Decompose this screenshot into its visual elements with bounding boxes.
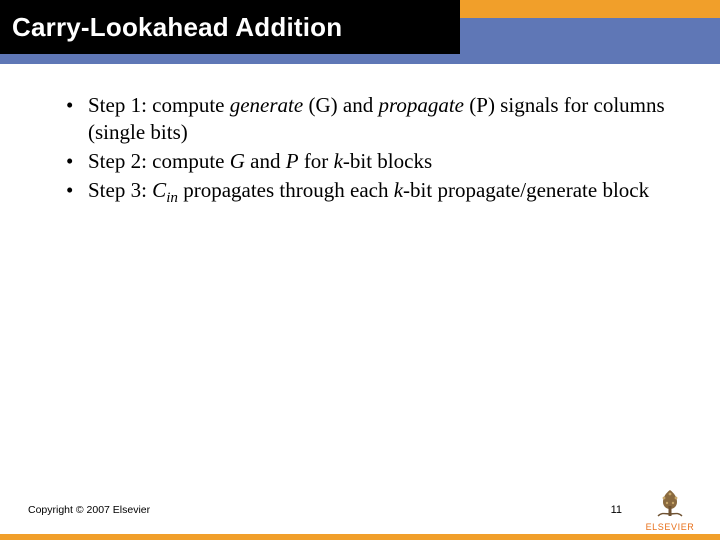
- text-italic: propagate: [378, 93, 464, 117]
- text-italic: C: [152, 178, 166, 202]
- slide-body: Step 1: compute generate (G) and propaga…: [0, 64, 720, 208]
- slide-title: Carry-Lookahead Addition: [12, 12, 342, 43]
- title-block: Carry-Lookahead Addition: [0, 0, 460, 54]
- list-item: Step 1: compute generate (G) and propaga…: [58, 92, 672, 146]
- text: propagates through each: [178, 178, 394, 202]
- elsevier-tree-icon: [652, 484, 688, 520]
- publisher-name: ELSEVIER: [638, 522, 702, 532]
- text-italic: P: [286, 149, 299, 173]
- text: Step 3:: [88, 178, 152, 202]
- bullet-list: Step 1: compute generate (G) and propaga…: [58, 92, 672, 208]
- text: -bit blocks: [343, 149, 432, 173]
- copyright-text: Copyright © 2007 Elsevier: [28, 504, 150, 516]
- header-accent: [460, 0, 720, 18]
- title-bar: Carry-Lookahead Addition: [0, 0, 720, 64]
- list-item: Step 2: compute G and P for k-bit blocks: [58, 148, 672, 175]
- text-subscript: in: [166, 190, 178, 206]
- list-item: Step 3: Cin propagates through each k-bi…: [58, 177, 672, 209]
- text-italic: G: [230, 149, 245, 173]
- text: and: [245, 149, 286, 173]
- page-number: 11: [611, 504, 622, 516]
- text-italic: k: [334, 149, 343, 173]
- text: -bit propagate/generate block: [403, 178, 649, 202]
- text: for: [299, 149, 334, 173]
- text-italic: generate: [230, 93, 303, 117]
- text: Step 1: compute: [88, 93, 230, 117]
- footer-accent: [0, 534, 720, 540]
- text: (G) and: [303, 93, 378, 117]
- publisher-logo: ELSEVIER: [638, 484, 702, 532]
- text: Step 2: compute: [88, 149, 230, 173]
- text-italic: k: [394, 178, 403, 202]
- footer: Copyright © 2007 Elsevier 11 ELSEVIER: [0, 488, 720, 540]
